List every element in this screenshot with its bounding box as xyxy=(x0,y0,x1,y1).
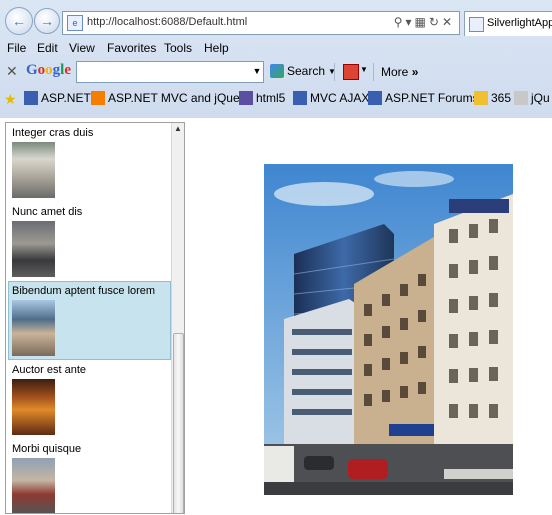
browser-chrome: ← → e http://localhost:6088/Default.html… xyxy=(0,0,552,119)
thumbnail-image xyxy=(12,142,55,198)
favorite-365[interactable]: 365 xyxy=(474,91,511,105)
tab-label: SilverlightApp xyxy=(487,17,552,29)
list-item[interactable]: Nunc amet dis xyxy=(8,202,171,281)
double-chevron-right-icon: » xyxy=(411,65,419,79)
favorite-label: ASP.NET MVC and jQuery xyxy=(108,91,250,105)
google-logo: Google xyxy=(26,62,72,78)
favorite-label: jQu xyxy=(531,91,550,105)
list-item-label: Morbi quisque xyxy=(12,443,82,455)
popup-blocker-icon[interactable] xyxy=(343,64,359,80)
favorite-aspnet-mvc-jquery[interactable]: ASP.NET MVC and jQuery xyxy=(91,91,250,105)
page-icon: e xyxy=(67,15,83,31)
menu-edit[interactable]: Edit xyxy=(37,41,58,55)
back-button[interactable]: ← xyxy=(5,7,33,35)
tab-silverlightapp[interactable]: SilverlightApp xyxy=(464,11,552,36)
url-text: http://localhost:6088/Default.html xyxy=(87,16,248,28)
list-item-label: Nunc amet dis xyxy=(12,206,83,218)
google-search-dropdown-icon[interactable]: ▼ xyxy=(251,61,263,81)
menu-bar: File Edit View Favorites Tools Help xyxy=(0,38,552,58)
chevron-down-icon[interactable]: ▼ xyxy=(360,65,368,74)
address-tools: ⚲▾▦↻✕ xyxy=(394,15,455,29)
aspnet-icon xyxy=(24,91,38,105)
favorite-html5[interactable]: html5 xyxy=(239,91,285,105)
blogger-icon xyxy=(91,91,105,105)
menu-help[interactable]: Help xyxy=(204,41,229,55)
compat-icon[interactable]: ▦ xyxy=(415,15,429,29)
ie-icon xyxy=(474,91,488,105)
close-icon[interactable]: ✕ xyxy=(442,15,455,29)
google-search-button[interactable]: Search ▼ xyxy=(270,64,336,78)
more-label: More xyxy=(381,65,409,79)
menu-file[interactable]: File xyxy=(7,41,26,55)
address-bar[interactable]: e http://localhost:6088/Default.html ⚲▾▦… xyxy=(62,11,460,35)
toolbar-close-icon[interactable]: ✕ xyxy=(6,63,18,80)
back-arrow-icon: ← xyxy=(12,13,26,29)
thumbnail-image xyxy=(12,379,55,435)
list-item-label: Auctor est ante xyxy=(12,364,86,376)
dp-icon xyxy=(514,91,528,105)
dropdown-icon[interactable]: ▾ xyxy=(406,15,415,29)
menu-tools[interactable]: Tools xyxy=(164,41,192,55)
page-content: Integer cras duis Nunc amet dis Bibendum… xyxy=(0,118,552,515)
favorite-label: MVC AJAX xyxy=(310,91,370,105)
tab-page-icon xyxy=(469,17,484,32)
html5-icon xyxy=(239,91,253,105)
thumbnail-image xyxy=(12,221,55,277)
image-listbox[interactable]: Integer cras duis Nunc amet dis Bibendum… xyxy=(5,122,185,514)
list-item-label: Bibendum aptent fusce lorem xyxy=(12,285,156,297)
aspnet-icon xyxy=(368,91,382,105)
thumbnail-image xyxy=(12,458,55,513)
toolbar-divider xyxy=(373,63,374,81)
favorite-jquery[interactable]: jQu xyxy=(514,91,550,105)
list-item[interactable]: Auctor est ante xyxy=(8,360,171,439)
list-item[interactable]: Integer cras duis xyxy=(8,123,171,202)
favorite-mvc-ajax[interactable]: MVC AJAX xyxy=(293,91,369,105)
listbox-items: Integer cras duis Nunc amet dis Bibendum… xyxy=(6,123,172,513)
favorite-label: 365 xyxy=(491,91,512,105)
favorites-star-icon[interactable]: ★ xyxy=(4,91,17,108)
selected-photo xyxy=(264,164,513,495)
menu-favorites[interactable]: Favorites xyxy=(107,41,156,55)
google-search-label: Search xyxy=(287,64,326,78)
refresh-icon[interactable]: ↻ xyxy=(429,15,442,29)
thumbnail-image xyxy=(12,300,55,356)
favorite-aspnet-forums[interactable]: ASP.NET Forums xyxy=(368,91,479,105)
building-photo-image xyxy=(264,164,513,495)
address-row: ← → e http://localhost:6088/Default.html… xyxy=(0,0,552,38)
toolbar-divider xyxy=(334,63,335,81)
listbox-scrollbar[interactable]: ▲ xyxy=(171,123,184,513)
menu-view[interactable]: View xyxy=(69,41,95,55)
favorite-label: html5 xyxy=(256,91,286,105)
search-icon[interactable]: ⚲ xyxy=(394,15,406,29)
forward-button[interactable]: → xyxy=(34,8,60,34)
scroll-up-icon[interactable]: ▲ xyxy=(172,123,184,135)
favorite-label: ASP.NET Forums xyxy=(385,91,479,105)
list-item-label: Integer cras duis xyxy=(12,127,94,139)
favorite-aspnet[interactable]: ASP.NET xyxy=(24,91,91,105)
more-button[interactable]: More » xyxy=(381,65,418,79)
favorites-bar: ★ ASP.NET ASP.NET MVC and jQuery html5 M… xyxy=(0,88,552,110)
list-item[interactable]: Morbi quisque xyxy=(8,439,171,513)
google-search-input[interactable] xyxy=(76,61,264,83)
forward-arrow-icon: → xyxy=(40,13,54,29)
scrollbar-thumb[interactable] xyxy=(173,333,184,513)
google-toolbar: ✕ Google ▼ Search ▼ ▼ More » xyxy=(0,58,552,86)
google-search-icon xyxy=(270,64,284,78)
favorite-label: ASP.NET xyxy=(41,91,91,105)
aspnet-icon xyxy=(293,91,307,105)
list-item-selected[interactable]: Bibendum aptent fusce lorem xyxy=(8,281,171,360)
